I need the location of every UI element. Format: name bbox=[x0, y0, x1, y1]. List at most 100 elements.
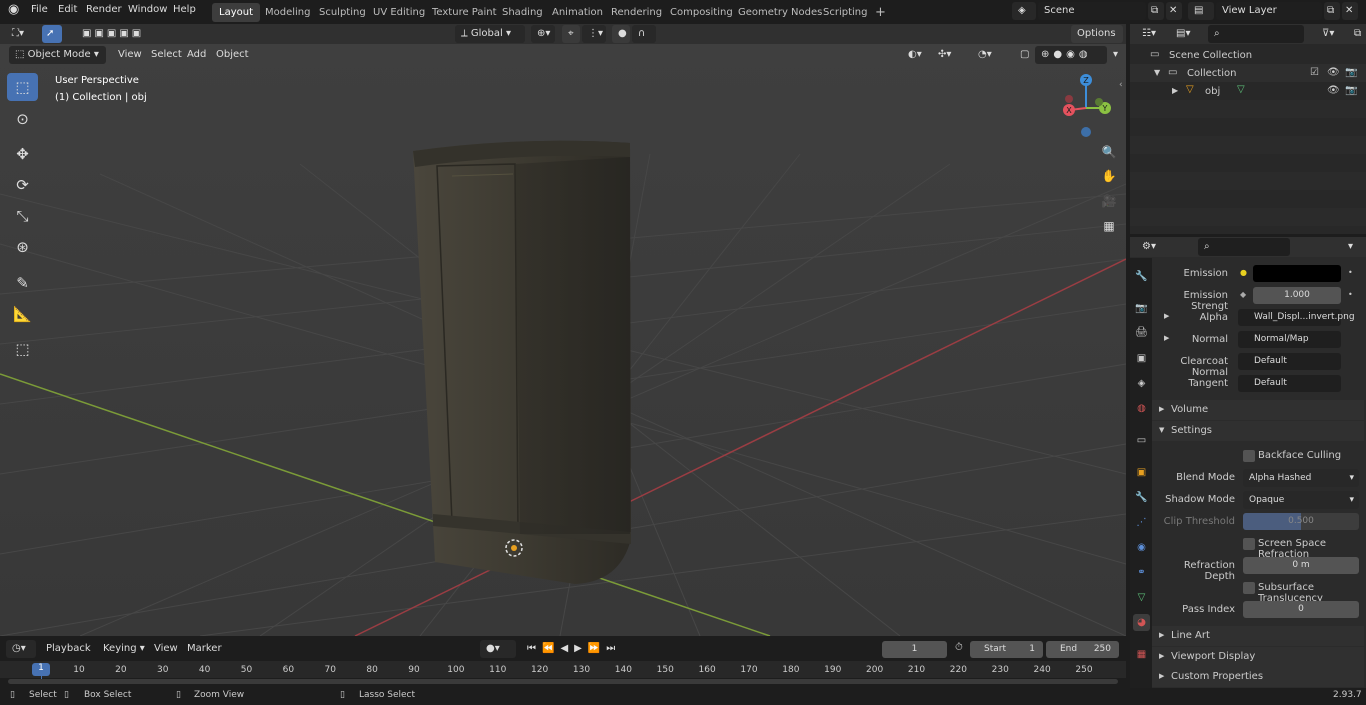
navigation-gizmo[interactable]: Z Y X bbox=[1055, 72, 1125, 142]
properties-search-input[interactable]: ⌕ bbox=[1198, 238, 1290, 256]
tab-modeling[interactable]: Modeling bbox=[258, 3, 318, 22]
transform-orientation-dropdown[interactable]: ⟂ Global ▾ bbox=[455, 25, 525, 43]
menu-marker[interactable]: Marker bbox=[181, 640, 222, 658]
proportional-edit-icon[interactable]: ● bbox=[612, 25, 630, 43]
gizmo-toggle-icon[interactable]: ✣▾ bbox=[932, 46, 968, 64]
object-tab-icon[interactable]: ▣ bbox=[1133, 464, 1150, 481]
menu-view[interactable]: View bbox=[112, 46, 142, 64]
pass-index-field[interactable]: 0 bbox=[1243, 601, 1359, 618]
add-workspace-button[interactable]: + bbox=[868, 3, 893, 22]
render-tab-icon[interactable]: 📷 bbox=[1133, 300, 1150, 317]
shadow-mode-dropdown[interactable]: Opaque ▾ bbox=[1243, 491, 1359, 509]
material-tab-icon[interactable]: ◕ bbox=[1133, 614, 1150, 631]
snap-target-icon[interactable]: ⋮▾ bbox=[582, 25, 606, 43]
move-tool[interactable]: ✥ bbox=[7, 140, 38, 168]
menu-add[interactable]: Add bbox=[181, 46, 211, 64]
socket-dot-icon[interactable]: ● bbox=[1240, 268, 1247, 277]
menu-file[interactable]: File bbox=[31, 4, 48, 15]
constraints-tab-icon[interactable]: ⚭ bbox=[1133, 564, 1150, 581]
visibility-eye-icon[interactable]: 👁 bbox=[1327, 85, 1340, 96]
modifier-tab-icon[interactable]: 🔧 bbox=[1133, 489, 1150, 506]
tool-tab-icon[interactable]: 🔧 bbox=[1133, 268, 1150, 285]
sidebar-toggle-icon[interactable]: ‹ bbox=[1119, 80, 1123, 90]
delete-scene-icon[interactable]: ✕ bbox=[1166, 2, 1182, 20]
view-layer-name-field[interactable]: View Layer bbox=[1216, 2, 1322, 20]
blender-logo-icon[interactable]: ◉ bbox=[8, 2, 19, 17]
outliner-row-collection[interactable]: ▼ ▭ Collection ☑ 👁 📷 bbox=[1130, 64, 1366, 82]
render-camera-icon[interactable]: 📷 bbox=[1345, 85, 1357, 96]
zoom-icon[interactable]: 🔍 bbox=[1098, 141, 1120, 163]
falloff-icon[interactable]: ∩ bbox=[632, 25, 656, 43]
viewport-display-section-header[interactable]: ▶ Viewport Display bbox=[1152, 647, 1364, 667]
refraction-depth-field[interactable]: 0 m bbox=[1243, 557, 1359, 574]
view-layer-browse-icon[interactable]: ▤ bbox=[1188, 2, 1214, 20]
render-camera-icon[interactable]: 📷 bbox=[1345, 67, 1357, 78]
tab-layout[interactable]: Layout bbox=[212, 3, 260, 22]
properties-options-icon[interactable]: ▾ bbox=[1342, 238, 1360, 256]
emission-color-swatch[interactable] bbox=[1253, 265, 1341, 282]
scale-tool[interactable]: ⤡ bbox=[7, 202, 38, 230]
snap-icon[interactable]: ⌖ bbox=[562, 25, 580, 43]
tab-uv-editing[interactable]: UV Editing bbox=[366, 3, 432, 22]
cabinet-object[interactable] bbox=[413, 140, 631, 584]
cursor-tool[interactable]: ⊙ bbox=[7, 105, 38, 133]
transform-tool[interactable]: ⊛ bbox=[7, 233, 38, 261]
emission-strength-field[interactable]: 1.000 bbox=[1253, 287, 1341, 304]
alpha-link-field[interactable]: Wall_Displ...invert.png bbox=[1238, 309, 1355, 326]
overlay-toggle-icon[interactable]: ◔▾ bbox=[972, 46, 1008, 64]
select-box-tool[interactable]: ⬚ bbox=[7, 73, 38, 101]
data-tab-icon[interactable]: ▽ bbox=[1133, 589, 1150, 606]
mode-dropdown[interactable]: ⬚ Object Mode ▾ bbox=[9, 46, 106, 64]
world-tab-icon[interactable]: ◍ bbox=[1133, 400, 1150, 417]
volume-section-header[interactable]: ▶ Volume bbox=[1152, 400, 1364, 420]
select-mode-icons[interactable]: ▣▣▣▣▣ bbox=[76, 25, 162, 43]
measure-tool[interactable]: 📐 bbox=[7, 300, 38, 328]
add-cube-tool[interactable]: ⬚ bbox=[7, 335, 38, 363]
menu-help[interactable]: Help bbox=[173, 4, 196, 15]
menu-playback[interactable]: Playback ▾ bbox=[40, 640, 96, 672]
stopwatch-icon[interactable]: ⏱ bbox=[955, 642, 963, 653]
viewport-3d[interactable]: ⬚ Object Mode ▾ View Select Add Object ◐… bbox=[0, 44, 1126, 636]
pivot-icon[interactable]: ⊕▾ bbox=[531, 25, 555, 43]
clip-threshold-slider[interactable]: 0.500 bbox=[1243, 513, 1359, 530]
view-layer-tab-icon[interactable]: ▣ bbox=[1133, 350, 1150, 367]
screen-space-refraction-checkbox[interactable] bbox=[1243, 538, 1255, 550]
tab-scripting[interactable]: Scripting bbox=[816, 3, 874, 22]
custom-properties-section-header[interactable]: ▶ Custom Properties bbox=[1152, 667, 1364, 687]
menu-select[interactable]: Select bbox=[145, 46, 182, 64]
timeline-scrollbar[interactable] bbox=[8, 679, 1118, 684]
keyframe-dot-icon[interactable]: • bbox=[1348, 290, 1353, 299]
tab-animation[interactable]: Animation bbox=[545, 3, 610, 22]
scene-browse-icon[interactable]: ◈ bbox=[1012, 2, 1036, 20]
annotate-tool[interactable]: ✎ bbox=[7, 269, 38, 297]
shading-mode-icons[interactable]: ⊕●◉◍ bbox=[1035, 46, 1107, 64]
tab-sculpting[interactable]: Sculpting bbox=[312, 3, 373, 22]
tab-shading[interactable]: Shading bbox=[495, 3, 550, 22]
scene-name-field[interactable]: Scene bbox=[1038, 2, 1146, 20]
expand-arrow-icon[interactable]: ▼ bbox=[1154, 68, 1160, 77]
blend-mode-dropdown[interactable]: Alpha Hashed ▾ bbox=[1243, 469, 1359, 487]
backface-culling-checkbox[interactable] bbox=[1243, 450, 1255, 462]
normal-link-field[interactable]: Normal/Map bbox=[1238, 331, 1341, 348]
physics-tab-icon[interactable]: ◉ bbox=[1133, 539, 1150, 556]
outliner-search-input[interactable]: ⌕ bbox=[1208, 25, 1304, 43]
mesh-data-icon[interactable]: ▽ bbox=[1237, 84, 1245, 95]
current-frame-field[interactable]: 1 bbox=[882, 641, 947, 658]
end-frame-field[interactable]: End 250 bbox=[1046, 641, 1119, 658]
timeline-editor-icon[interactable]: ◷▾ bbox=[6, 640, 36, 658]
expand-arrow-icon[interactable]: ▶ bbox=[1172, 86, 1178, 95]
options-dropdown[interactable]: Options ▾ bbox=[1071, 25, 1123, 57]
shading-options-icon[interactable]: ▾ bbox=[1107, 46, 1123, 64]
socket-dot-icon[interactable]: ◆ bbox=[1240, 290, 1246, 299]
pan-hand-icon[interactable]: ✋ bbox=[1098, 165, 1120, 187]
new-collection-icon[interactable]: ⧉ bbox=[1348, 25, 1364, 43]
settings-section-header[interactable]: ▼ Settings bbox=[1152, 421, 1364, 441]
tangent-field[interactable]: Default bbox=[1238, 375, 1341, 392]
line-art-section-header[interactable]: ▶ Line Art bbox=[1152, 626, 1364, 646]
tab-rendering[interactable]: Rendering bbox=[604, 3, 669, 22]
scene-tab-icon[interactable]: ◈ bbox=[1133, 375, 1150, 392]
visibility-icon[interactable]: ◐▾ bbox=[902, 46, 930, 64]
delete-view-layer-icon[interactable]: ✕ bbox=[1342, 2, 1358, 20]
menu-keying[interactable]: Keying ▾ bbox=[97, 640, 145, 658]
subsurface-translucency-checkbox[interactable] bbox=[1243, 582, 1255, 594]
